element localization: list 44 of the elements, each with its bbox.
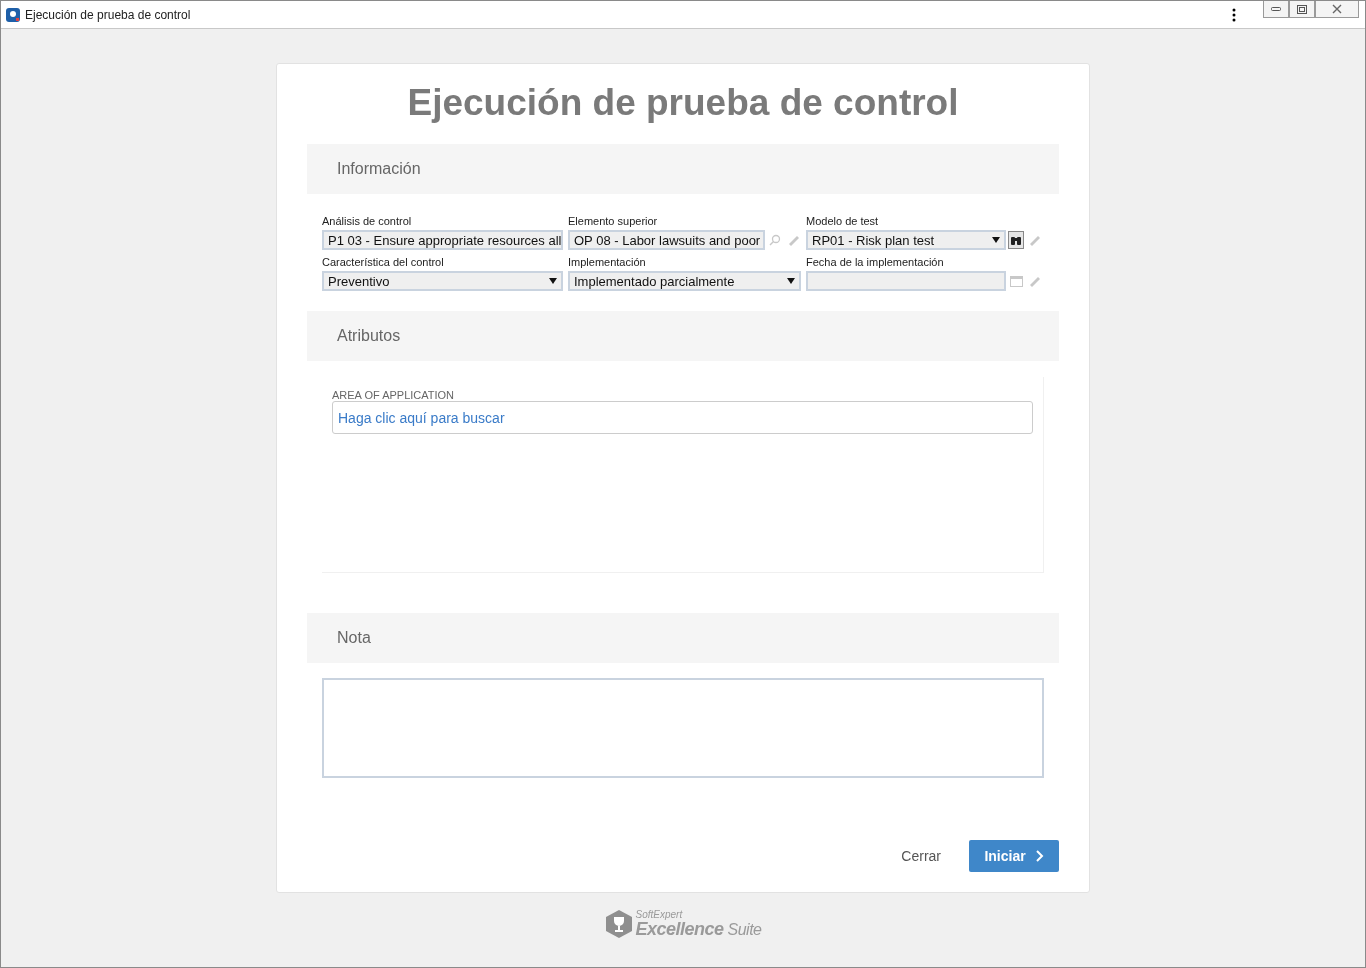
binoculars-icon <box>1010 234 1022 246</box>
chevron-right-icon <box>1035 850 1044 862</box>
field-label: Modelo de test <box>806 215 880 227</box>
logo-text: Excellence Suite <box>635 920 762 938</box>
close-button[interactable] <box>1315 1 1359 18</box>
dropdown[interactable]: RP01 - Risk plan test <box>806 230 1006 250</box>
search-field[interactable]: Haga clic aquí para buscar <box>332 401 1033 434</box>
field-label: Fecha de la implementación <box>806 256 945 268</box>
close-icon <box>1332 4 1342 14</box>
close-link-button[interactable]: Cerrar <box>895 847 947 865</box>
binoculars-button[interactable] <box>1008 231 1024 249</box>
eraser-icon <box>1028 234 1040 246</box>
calendar-icon <box>1009 275 1023 287</box>
more-icon[interactable] <box>1232 7 1236 22</box>
field-label: Característica del control <box>322 256 445 268</box>
dropdown-arrow-icon <box>992 237 1000 243</box>
section-title: Atributos <box>337 327 401 345</box>
dropdown[interactable]: Preventivo <box>322 271 563 291</box>
minimize-button[interactable] <box>1263 1 1289 18</box>
app-icon <box>6 7 20 22</box>
search-icon <box>769 234 781 246</box>
eraser-icon <box>787 234 799 246</box>
window-title: Ejecución de prueba de control <box>25 7 192 22</box>
dropdown[interactable]: Implementado parcialmente <box>568 271 801 291</box>
eraser-icon <box>1028 275 1040 287</box>
dropdown-arrow-icon <box>787 278 795 284</box>
trophy-logo-icon <box>604 909 633 939</box>
field-label: Elemento superior <box>568 215 659 227</box>
section-title: Nota <box>337 629 371 647</box>
input-field[interactable]: P1 03 - Ensure appropriate resources all <box>322 230 563 250</box>
note-textarea[interactable] <box>322 678 1044 778</box>
dropdown-arrow-icon <box>549 278 557 284</box>
logo-small-text: SoftExpert <box>635 910 684 920</box>
maximize-button[interactable] <box>1289 1 1315 18</box>
page-heading: Ejecución de prueba de control <box>406 82 960 124</box>
field-label: Implementación <box>568 256 647 268</box>
date-field[interactable] <box>806 271 1006 291</box>
section-title: Información <box>337 160 421 178</box>
attribute-label: AREA OF APPLICATION <box>332 389 456 401</box>
input-field[interactable]: OP 08 - Labor lawsuits and poor <box>568 230 765 250</box>
field-label: Análisis de control <box>322 215 413 227</box>
maximize-icon <box>1297 4 1307 14</box>
start-button[interactable]: Iniciar <box>969 840 1059 872</box>
minimize-icon <box>1271 7 1281 11</box>
